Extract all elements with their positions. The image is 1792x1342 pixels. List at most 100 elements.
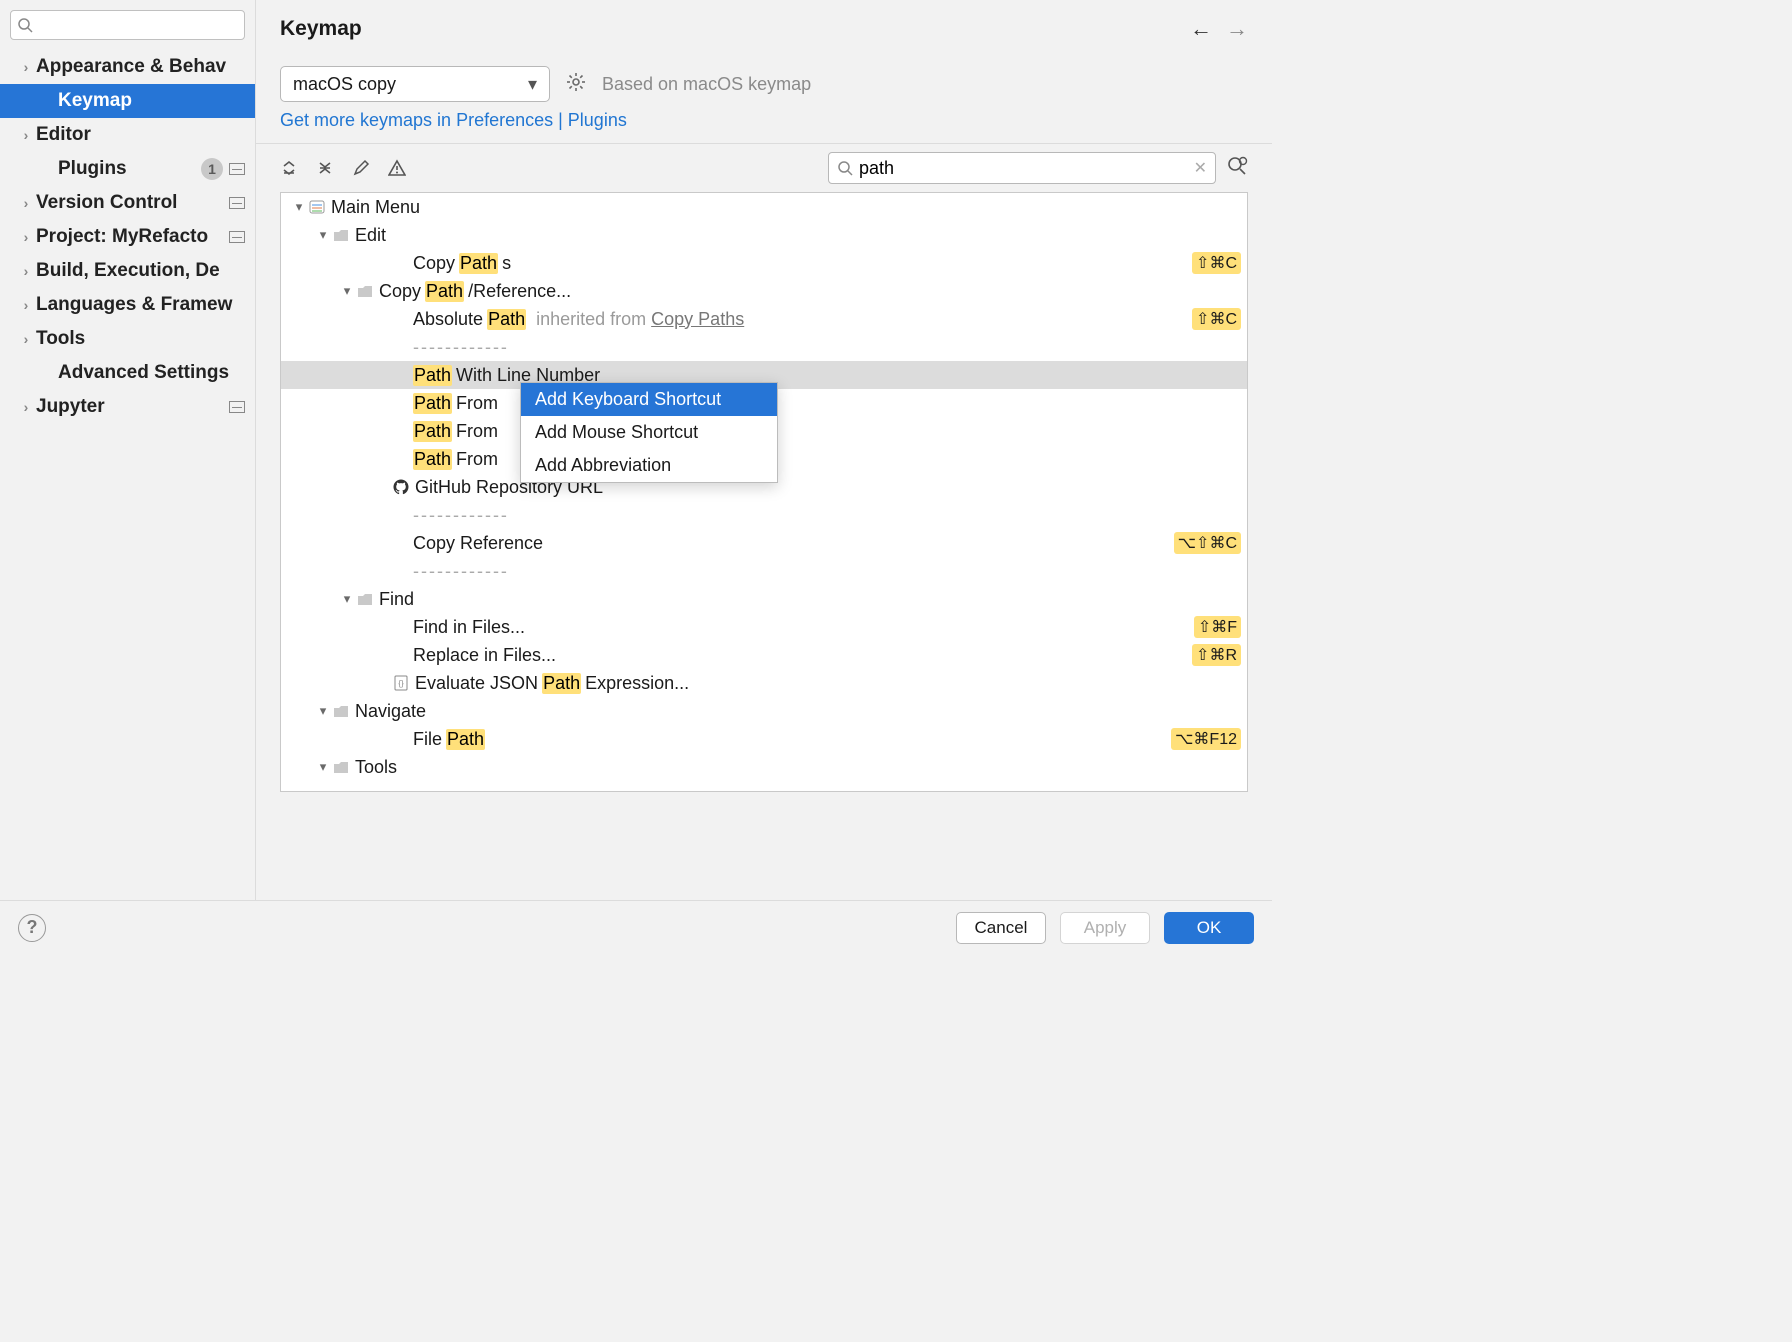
sidebar-search[interactable] bbox=[10, 10, 245, 40]
chevron-right-icon: › bbox=[18, 297, 34, 313]
edit-icon[interactable] bbox=[352, 159, 370, 177]
sidebar-item-advanced-settings[interactable]: Advanced Settings bbox=[0, 356, 255, 390]
chevron-down-icon: ▾ bbox=[315, 227, 331, 243]
shortcut-badge: ⌥⌘F12 bbox=[1171, 728, 1241, 750]
sidebar-item-editor[interactable]: ›Editor bbox=[0, 118, 255, 152]
warning-icon[interactable] bbox=[388, 159, 406, 177]
sidebar-search-input[interactable] bbox=[37, 15, 238, 35]
keymap-tree: ▾ Main Menu ▾ Edit Copy Paths ⇧⌘C ▾ Copy… bbox=[280, 192, 1248, 792]
chevron-down-icon: ▾ bbox=[339, 591, 355, 607]
dialog-footer: ? Cancel Apply OK bbox=[0, 900, 1272, 954]
folder-icon bbox=[357, 285, 373, 298]
sidebar-item-languages-framew[interactable]: ›Languages & Framew bbox=[0, 288, 255, 322]
get-more-keymaps-link[interactable]: Get more keymaps in Preferences | Plugin… bbox=[280, 110, 627, 130]
keymap-dropdown[interactable]: macOS copy ▾ bbox=[280, 66, 550, 102]
chevron-down-icon: ▾ bbox=[291, 199, 307, 215]
chevron-down-icon: ▾ bbox=[315, 703, 331, 719]
sidebar-item-jupyter[interactable]: ›Jupyter bbox=[0, 390, 255, 424]
apply-button: Apply bbox=[1060, 912, 1150, 944]
tree-node-navigate[interactable]: ▾ Navigate bbox=[281, 697, 1247, 725]
folder-icon bbox=[357, 593, 373, 606]
search-icon bbox=[837, 160, 853, 176]
expand-all-icon[interactable] bbox=[280, 159, 298, 177]
project-scope-icon bbox=[229, 401, 245, 413]
tree-separator: ------------ bbox=[281, 557, 1247, 585]
sidebar-item-tools[interactable]: ›Tools bbox=[0, 322, 255, 356]
tree-node-edit[interactable]: ▾ Edit bbox=[281, 221, 1247, 249]
shortcut-badge: ⇧⌘F bbox=[1194, 616, 1241, 638]
chevron-right-icon: › bbox=[18, 399, 34, 415]
sidebar-item-label: Appearance & Behav bbox=[36, 56, 226, 78]
tree-action-copy-reference[interactable]: Copy Reference ⌥⇧⌘C bbox=[281, 529, 1247, 557]
tree-action-replace-in-files[interactable]: Replace in Files... ⇧⌘R bbox=[281, 641, 1247, 669]
shortcut-badge: ⇧⌘C bbox=[1192, 252, 1241, 274]
sidebar-item-appearance-behav[interactable]: ›Appearance & Behav bbox=[0, 50, 255, 84]
search-icon bbox=[17, 17, 33, 33]
svg-text:{}: {} bbox=[398, 679, 404, 688]
sidebar-item-keymap[interactable]: Keymap bbox=[0, 84, 255, 118]
cancel-button[interactable]: Cancel bbox=[956, 912, 1046, 944]
tree-action-find-in-files[interactable]: Find in Files... ⇧⌘F bbox=[281, 613, 1247, 641]
action-search-input[interactable] bbox=[859, 158, 1194, 179]
folder-icon bbox=[333, 705, 349, 718]
tree-separator: ------------ bbox=[281, 501, 1247, 529]
sidebar-item-label: Languages & Framew bbox=[36, 294, 232, 316]
ctx-add-keyboard-shortcut[interactable]: Add Keyboard Shortcut bbox=[521, 383, 777, 416]
tree-node-tools[interactable]: ▾ Tools bbox=[281, 753, 1247, 781]
tree-action-evaluate-jsonpath[interactable]: {} Evaluate JSONPath Expression... bbox=[281, 669, 1247, 697]
sidebar-item-project-myrefacto[interactable]: ›Project: MyRefacto bbox=[0, 220, 255, 254]
sidebar-item-label: Keymap bbox=[58, 90, 132, 112]
sidebar-item-label: Jupyter bbox=[36, 396, 105, 418]
sidebar-item-label: Build, Execution, De bbox=[36, 260, 220, 282]
sidebar-item-build-execution-de[interactable]: ›Build, Execution, De bbox=[0, 254, 255, 288]
ok-button[interactable]: OK bbox=[1164, 912, 1254, 944]
sidebar-item-label: Version Control bbox=[36, 192, 177, 214]
folder-icon bbox=[333, 761, 349, 774]
folder-icon bbox=[333, 229, 349, 242]
help-icon[interactable]: ? bbox=[18, 914, 46, 942]
keymap-selected-label: macOS copy bbox=[293, 74, 396, 95]
sidebar-item-label: Tools bbox=[36, 328, 85, 350]
chevron-down-icon: ▾ bbox=[315, 759, 331, 775]
find-by-shortcut-icon[interactable] bbox=[1226, 155, 1248, 182]
ctx-add-mouse-shortcut[interactable]: Add Mouse Shortcut bbox=[521, 416, 777, 449]
tree-action-copy-paths[interactable]: Copy Paths ⇧⌘C bbox=[281, 249, 1247, 277]
nav-forward-icon: → bbox=[1226, 16, 1248, 42]
tree-node-find[interactable]: ▾ Find bbox=[281, 585, 1247, 613]
tree-action-absolute-path[interactable]: Absolute Path inherited from Copy Paths … bbox=[281, 305, 1247, 333]
based-on-label: Based on macOS keymap bbox=[602, 74, 811, 95]
action-search[interactable]: ✕ bbox=[828, 152, 1216, 184]
settings-sidebar: ›Appearance & BehavKeymap›EditorPlugins1… bbox=[0, 0, 256, 954]
chevron-right-icon: › bbox=[18, 59, 34, 75]
update-badge: 1 bbox=[201, 158, 223, 180]
tree-node-main-menu[interactable]: ▾ Main Menu bbox=[281, 193, 1247, 221]
shortcut-badge: ⌥⇧⌘C bbox=[1174, 532, 1241, 554]
json-icon: {} bbox=[393, 675, 409, 691]
sidebar-item-label: Project: MyRefacto bbox=[36, 226, 208, 248]
tree-node-copy-path-reference[interactable]: ▾ Copy Path/Reference... bbox=[281, 277, 1247, 305]
project-scope-icon bbox=[229, 197, 245, 209]
tree-action-file-path[interactable]: File Path ⌥⌘F12 bbox=[281, 725, 1247, 753]
ctx-add-abbreviation[interactable]: Add Abbreviation bbox=[521, 449, 777, 482]
chevron-right-icon: › bbox=[18, 331, 34, 347]
sidebar-item-version-control[interactable]: ›Version Control bbox=[0, 186, 255, 220]
sidebar-item-label: Editor bbox=[36, 124, 91, 146]
sidebar-item-plugins[interactable]: Plugins 1 bbox=[0, 152, 255, 186]
chevron-down-icon: ▾ bbox=[339, 283, 355, 299]
github-icon bbox=[393, 479, 409, 495]
project-scope-icon bbox=[229, 231, 245, 243]
clear-search-icon[interactable]: ✕ bbox=[1194, 158, 1207, 178]
chevron-right-icon: › bbox=[18, 263, 34, 279]
chevron-right-icon: › bbox=[18, 229, 34, 245]
shortcut-badge: ⇧⌘R bbox=[1192, 644, 1241, 666]
collapse-all-icon[interactable] bbox=[316, 159, 334, 177]
project-scope-icon bbox=[229, 163, 245, 175]
shortcut-badge: ⇧⌘C bbox=[1192, 308, 1241, 330]
gear-icon[interactable] bbox=[566, 72, 586, 97]
nav-back-icon[interactable]: ← bbox=[1190, 16, 1212, 42]
context-menu: Add Keyboard Shortcut Add Mouse Shortcut… bbox=[520, 382, 778, 483]
chevron-right-icon: › bbox=[18, 127, 34, 143]
page-title: Keymap bbox=[280, 17, 362, 41]
tree-separator: ------------ bbox=[281, 333, 1247, 361]
sidebar-item-label: Plugins bbox=[58, 158, 127, 180]
